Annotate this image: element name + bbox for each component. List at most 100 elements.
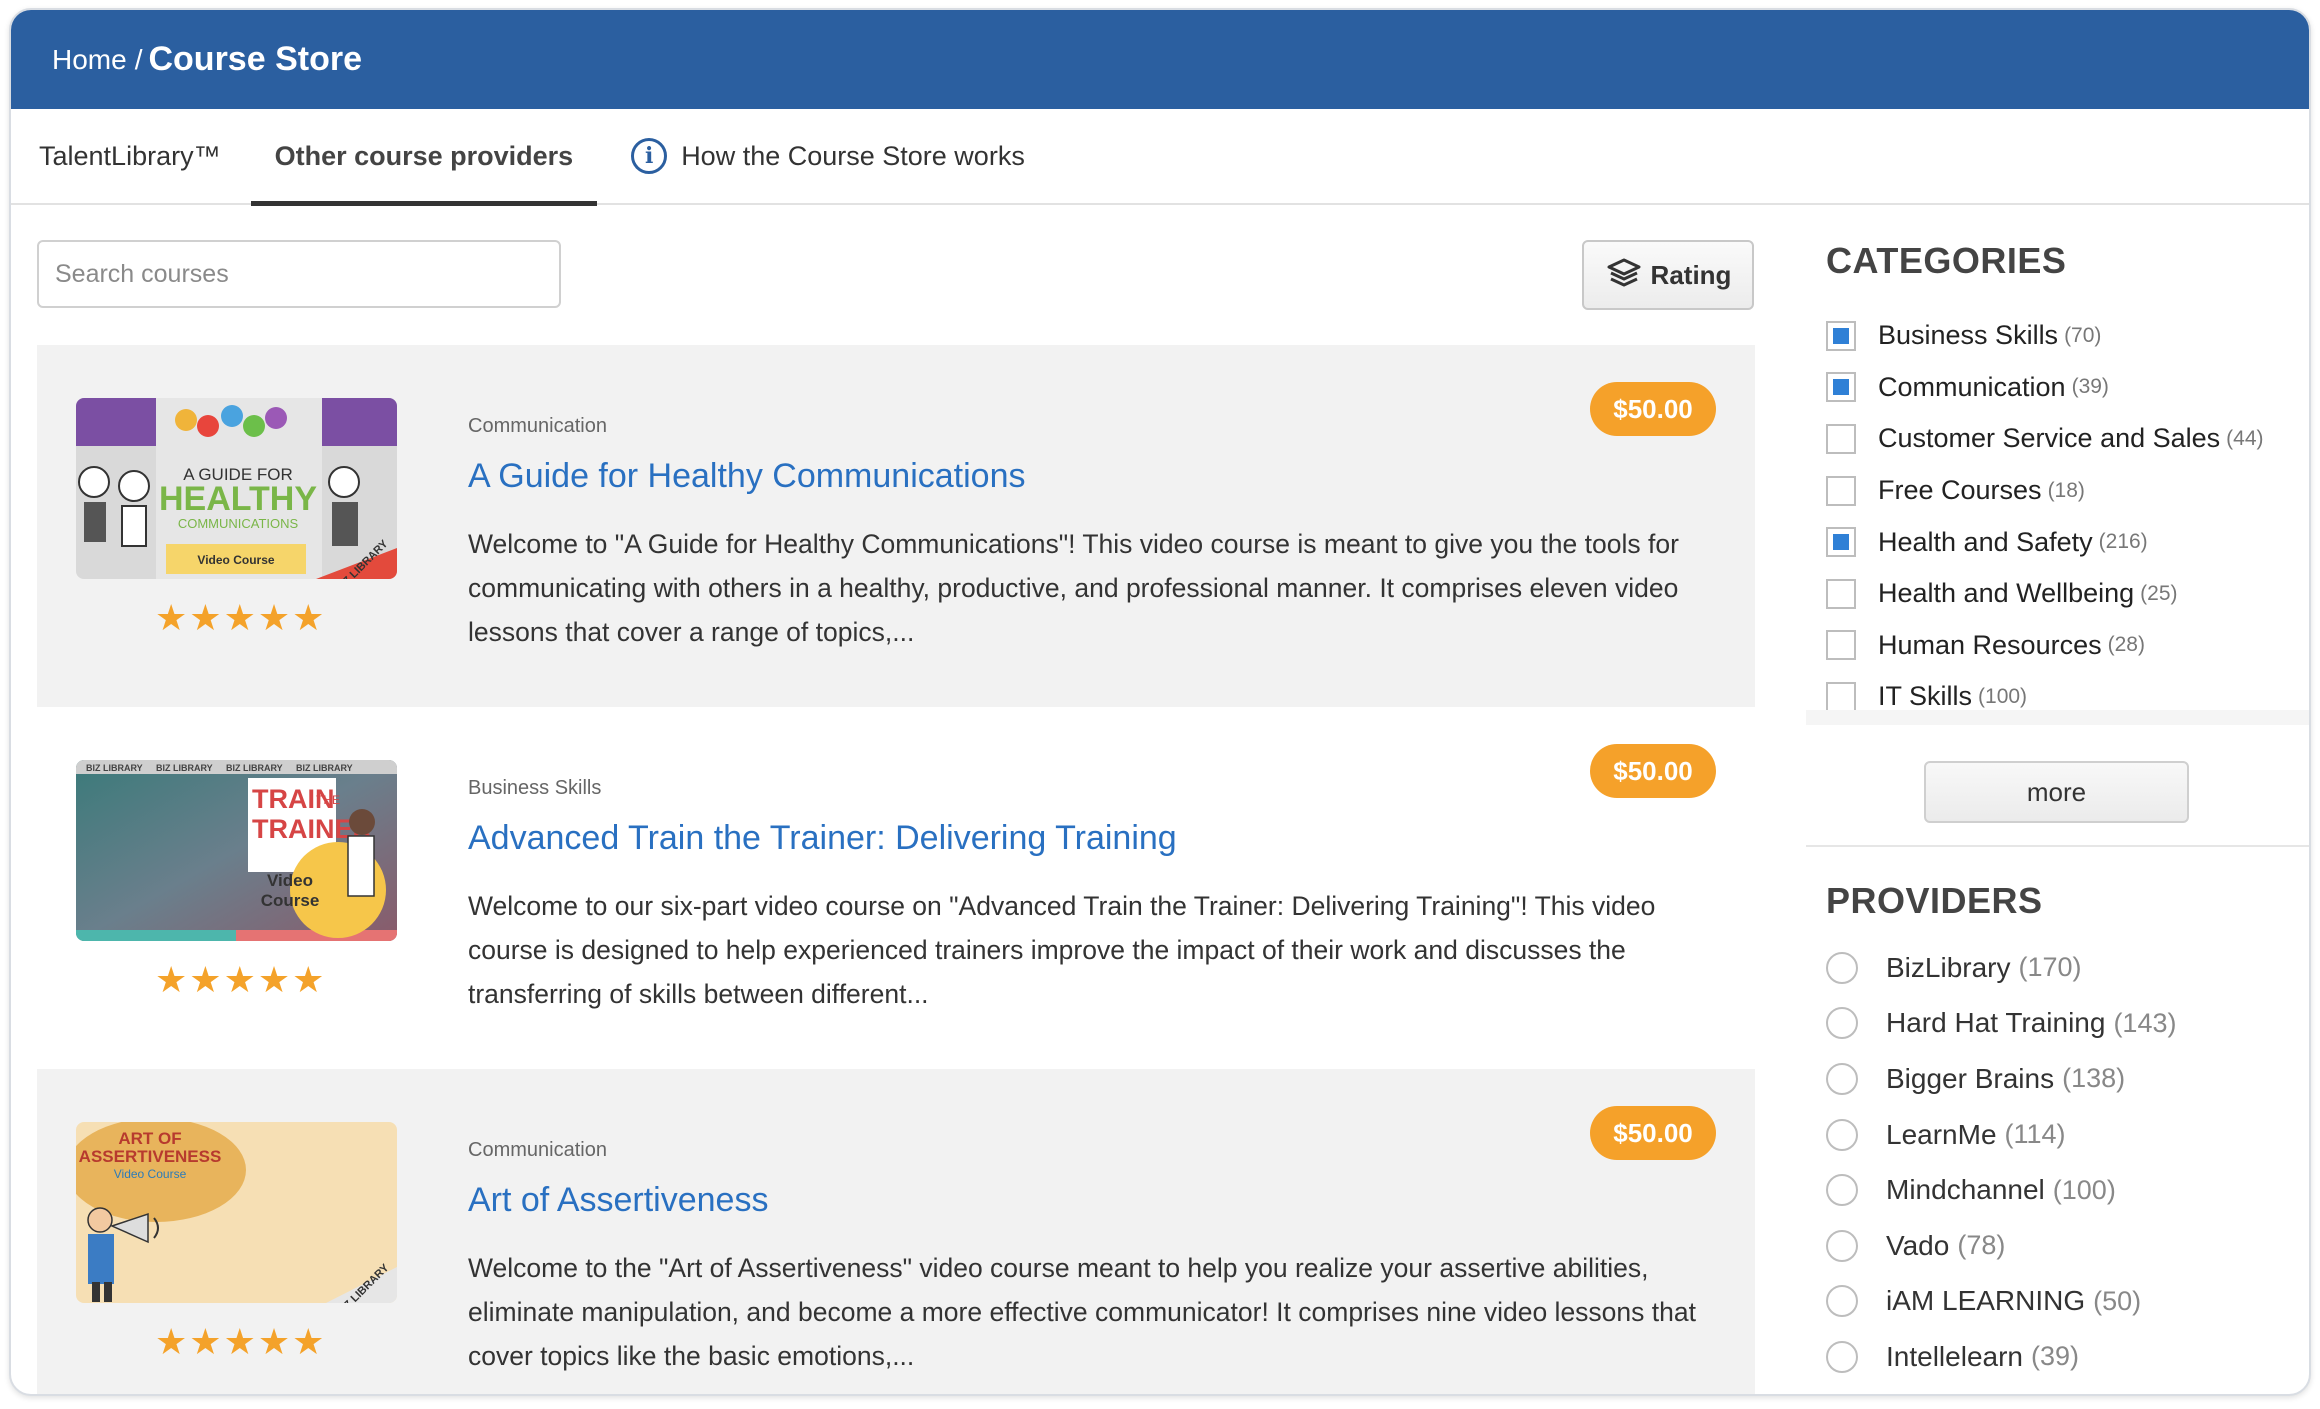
- provider-count: (78): [1957, 1230, 2006, 1261]
- sort-rating-button[interactable]: Rating: [1582, 240, 1754, 310]
- category-filter-item[interactable]: Business Skills (70): [1826, 310, 2264, 362]
- rating-stars: ★ ★ ★ ★ ★: [155, 962, 324, 998]
- categories-panel: CATEGORIES Business Skills (70) Communica…: [1806, 205, 2309, 725]
- checkbox[interactable]: [1826, 630, 1856, 661]
- radio-button[interactable]: [1826, 1174, 1858, 1207]
- provider-filter-item[interactable]: Vado (78): [1826, 1218, 2176, 1274]
- radio-button[interactable]: [1826, 1285, 1858, 1318]
- course-thumbnail[interactable]: A GUIDE FOR HEALTHY COMMUNICATIONS Video…: [76, 398, 397, 579]
- page-title: Course Store: [148, 40, 362, 78]
- breadcrumb-home-link[interactable]: Home: [52, 44, 127, 76]
- course-thumbnail[interactable]: ART OF ASSERTIVENESS Video Course BIZ LI…: [76, 1122, 397, 1303]
- course-category: Communication: [468, 1139, 607, 1161]
- rating-stars: ★ ★ ★ ★ ★: [155, 1324, 324, 1360]
- star-icon: ★: [223, 597, 256, 638]
- course-category: Business Skills: [468, 777, 602, 799]
- provider-count: (39): [2030, 1341, 2079, 1372]
- more-categories-button[interactable]: more: [1924, 761, 2189, 823]
- price-badge[interactable]: $50.00: [1590, 1106, 1716, 1160]
- provider-count: (100): [2052, 1174, 2116, 1205]
- course-title-link[interactable]: Advanced Train the Trainer: Delivering T…: [468, 819, 1177, 858]
- course-description: Welcome to the "Art of Assertiveness" vi…: [468, 1253, 1696, 1371]
- checkbox[interactable]: [1826, 578, 1856, 609]
- category-filter-item[interactable]: Customer Service and Sales (44): [1826, 413, 2264, 465]
- price-badge[interactable]: $50.00: [1590, 382, 1716, 436]
- category-count: (100): [1978, 684, 2028, 708]
- provider-filter-item[interactable]: iAM LEARNING (50): [1826, 1274, 2176, 1330]
- svg-text:Video Course: Video Course: [197, 553, 274, 567]
- provider-filter-item[interactable]: Hard Hat Training (143): [1826, 996, 2176, 1052]
- svg-text:BIZ LIBRARY: BIZ LIBRARY: [86, 763, 143, 773]
- radio-button[interactable]: [1826, 1007, 1858, 1040]
- provider-filter-item[interactable]: BizLibrary (170): [1826, 940, 2176, 996]
- category-count: (28): [2107, 633, 2145, 657]
- svg-text:Course: Course: [261, 891, 320, 910]
- category-label: Health and Wellbeing: [1878, 578, 2135, 609]
- checkbox[interactable]: [1826, 681, 1856, 712]
- course-card: A GUIDE FOR HEALTHY COMMUNICATIONS Video…: [37, 345, 1755, 707]
- star-icon: ★: [292, 1321, 325, 1362]
- rating-stars: ★ ★ ★ ★ ★: [155, 600, 324, 636]
- radio-button[interactable]: [1826, 951, 1858, 984]
- provider-filter-item[interactable]: Intellelearn (39): [1826, 1329, 2176, 1385]
- category-count: (44): [2226, 426, 2264, 450]
- category-label: Free Courses: [1878, 475, 2042, 506]
- course-title-link[interactable]: Art of Assertiveness: [468, 1181, 768, 1220]
- tab-bar: TalentLibrary™ Other course providers i …: [11, 108, 2309, 206]
- category-filter-item[interactable]: Communication (39): [1826, 362, 2264, 414]
- provider-count: (170): [2018, 952, 2082, 983]
- tab-label: How the Course Store works: [681, 140, 1025, 171]
- filter-sidebar: CATEGORIES Business Skills (70) Communica…: [1806, 205, 2309, 1394]
- radio-button[interactable]: [1826, 1340, 1858, 1373]
- svg-text:Video Course: Video Course: [114, 1167, 187, 1181]
- checkbox[interactable]: [1826, 527, 1856, 558]
- svg-text:THE: THE: [316, 793, 340, 807]
- provider-count: (50): [2093, 1285, 2142, 1316]
- categories-heading: CATEGORIES: [1826, 240, 2067, 281]
- category-count: (25): [2140, 581, 2178, 605]
- course-title-link[interactable]: A Guide for Healthy Communications: [468, 457, 1025, 496]
- category-filter-item[interactable]: Health and Wellbeing (25): [1826, 568, 2264, 620]
- provider-filter-item[interactable]: Bigger Brains (138): [1826, 1051, 2176, 1107]
- tab-talentlibrary[interactable]: TalentLibrary™: [39, 108, 221, 204]
- checkbox[interactable]: [1826, 423, 1856, 454]
- search-input[interactable]: [37, 240, 561, 308]
- tab-how-course-store-works[interactable]: i How the Course Store works: [631, 108, 1025, 204]
- star-icon: ★: [223, 1321, 256, 1362]
- checkbox[interactable]: [1826, 372, 1856, 403]
- category-label: Human Resources: [1878, 629, 2102, 660]
- svg-text:BIZ LIBRARY: BIZ LIBRARY: [226, 763, 283, 773]
- sort-label: Rating: [1650, 259, 1732, 290]
- providers-heading: PROVIDERS: [1826, 880, 2043, 921]
- course-category: Communication: [468, 415, 607, 437]
- svg-text:ART OF: ART OF: [118, 1129, 181, 1148]
- radio-button[interactable]: [1826, 1229, 1858, 1262]
- course-card: ART OF ASSERTIVENESS Video Course BIZ LI…: [37, 1069, 1755, 1394]
- svg-text:Video: Video: [267, 871, 313, 890]
- radio-button[interactable]: [1826, 1062, 1858, 1095]
- price-badge[interactable]: $50.00: [1590, 744, 1716, 798]
- tab-other-course-providers[interactable]: Other course providers: [250, 108, 598, 206]
- svg-text:HEALTHY: HEALTHY: [159, 480, 317, 518]
- provider-label: BizLibrary: [1886, 951, 2011, 983]
- course-thumbnail[interactable]: BIZ LIBRARY BIZ LIBRARY BIZ LIBRARY BIZ …: [76, 760, 397, 941]
- checkbox[interactable]: [1826, 320, 1856, 351]
- star-icon: ★: [292, 959, 325, 1000]
- star-icon: ★: [292, 597, 325, 638]
- tab-label: TalentLibrary™: [39, 140, 221, 171]
- category-filter-item[interactable]: Free Courses (18): [1826, 465, 2264, 517]
- breadcrumb-separator: /: [134, 43, 143, 75]
- star-icon: ★: [189, 1321, 222, 1362]
- provider-label: LearnMe: [1886, 1118, 1997, 1150]
- provider-filter-item[interactable]: Mindchannel (100): [1826, 1162, 2176, 1218]
- checkbox[interactable]: [1826, 475, 1856, 506]
- provider-count: (143): [2113, 1007, 2177, 1038]
- star-icon: ★: [155, 959, 188, 1000]
- provider-filter-item[interactable]: LearnMe (114): [1826, 1107, 2176, 1163]
- provider-count: (138): [2062, 1063, 2126, 1094]
- category-filter-item[interactable]: Human Resources (28): [1826, 620, 2264, 672]
- provider-label: Bigger Brains: [1886, 1062, 2055, 1094]
- category-filter-item[interactable]: Health and Safety (216): [1826, 516, 2264, 568]
- star-icon: ★: [223, 959, 256, 1000]
- radio-button[interactable]: [1826, 1118, 1858, 1151]
